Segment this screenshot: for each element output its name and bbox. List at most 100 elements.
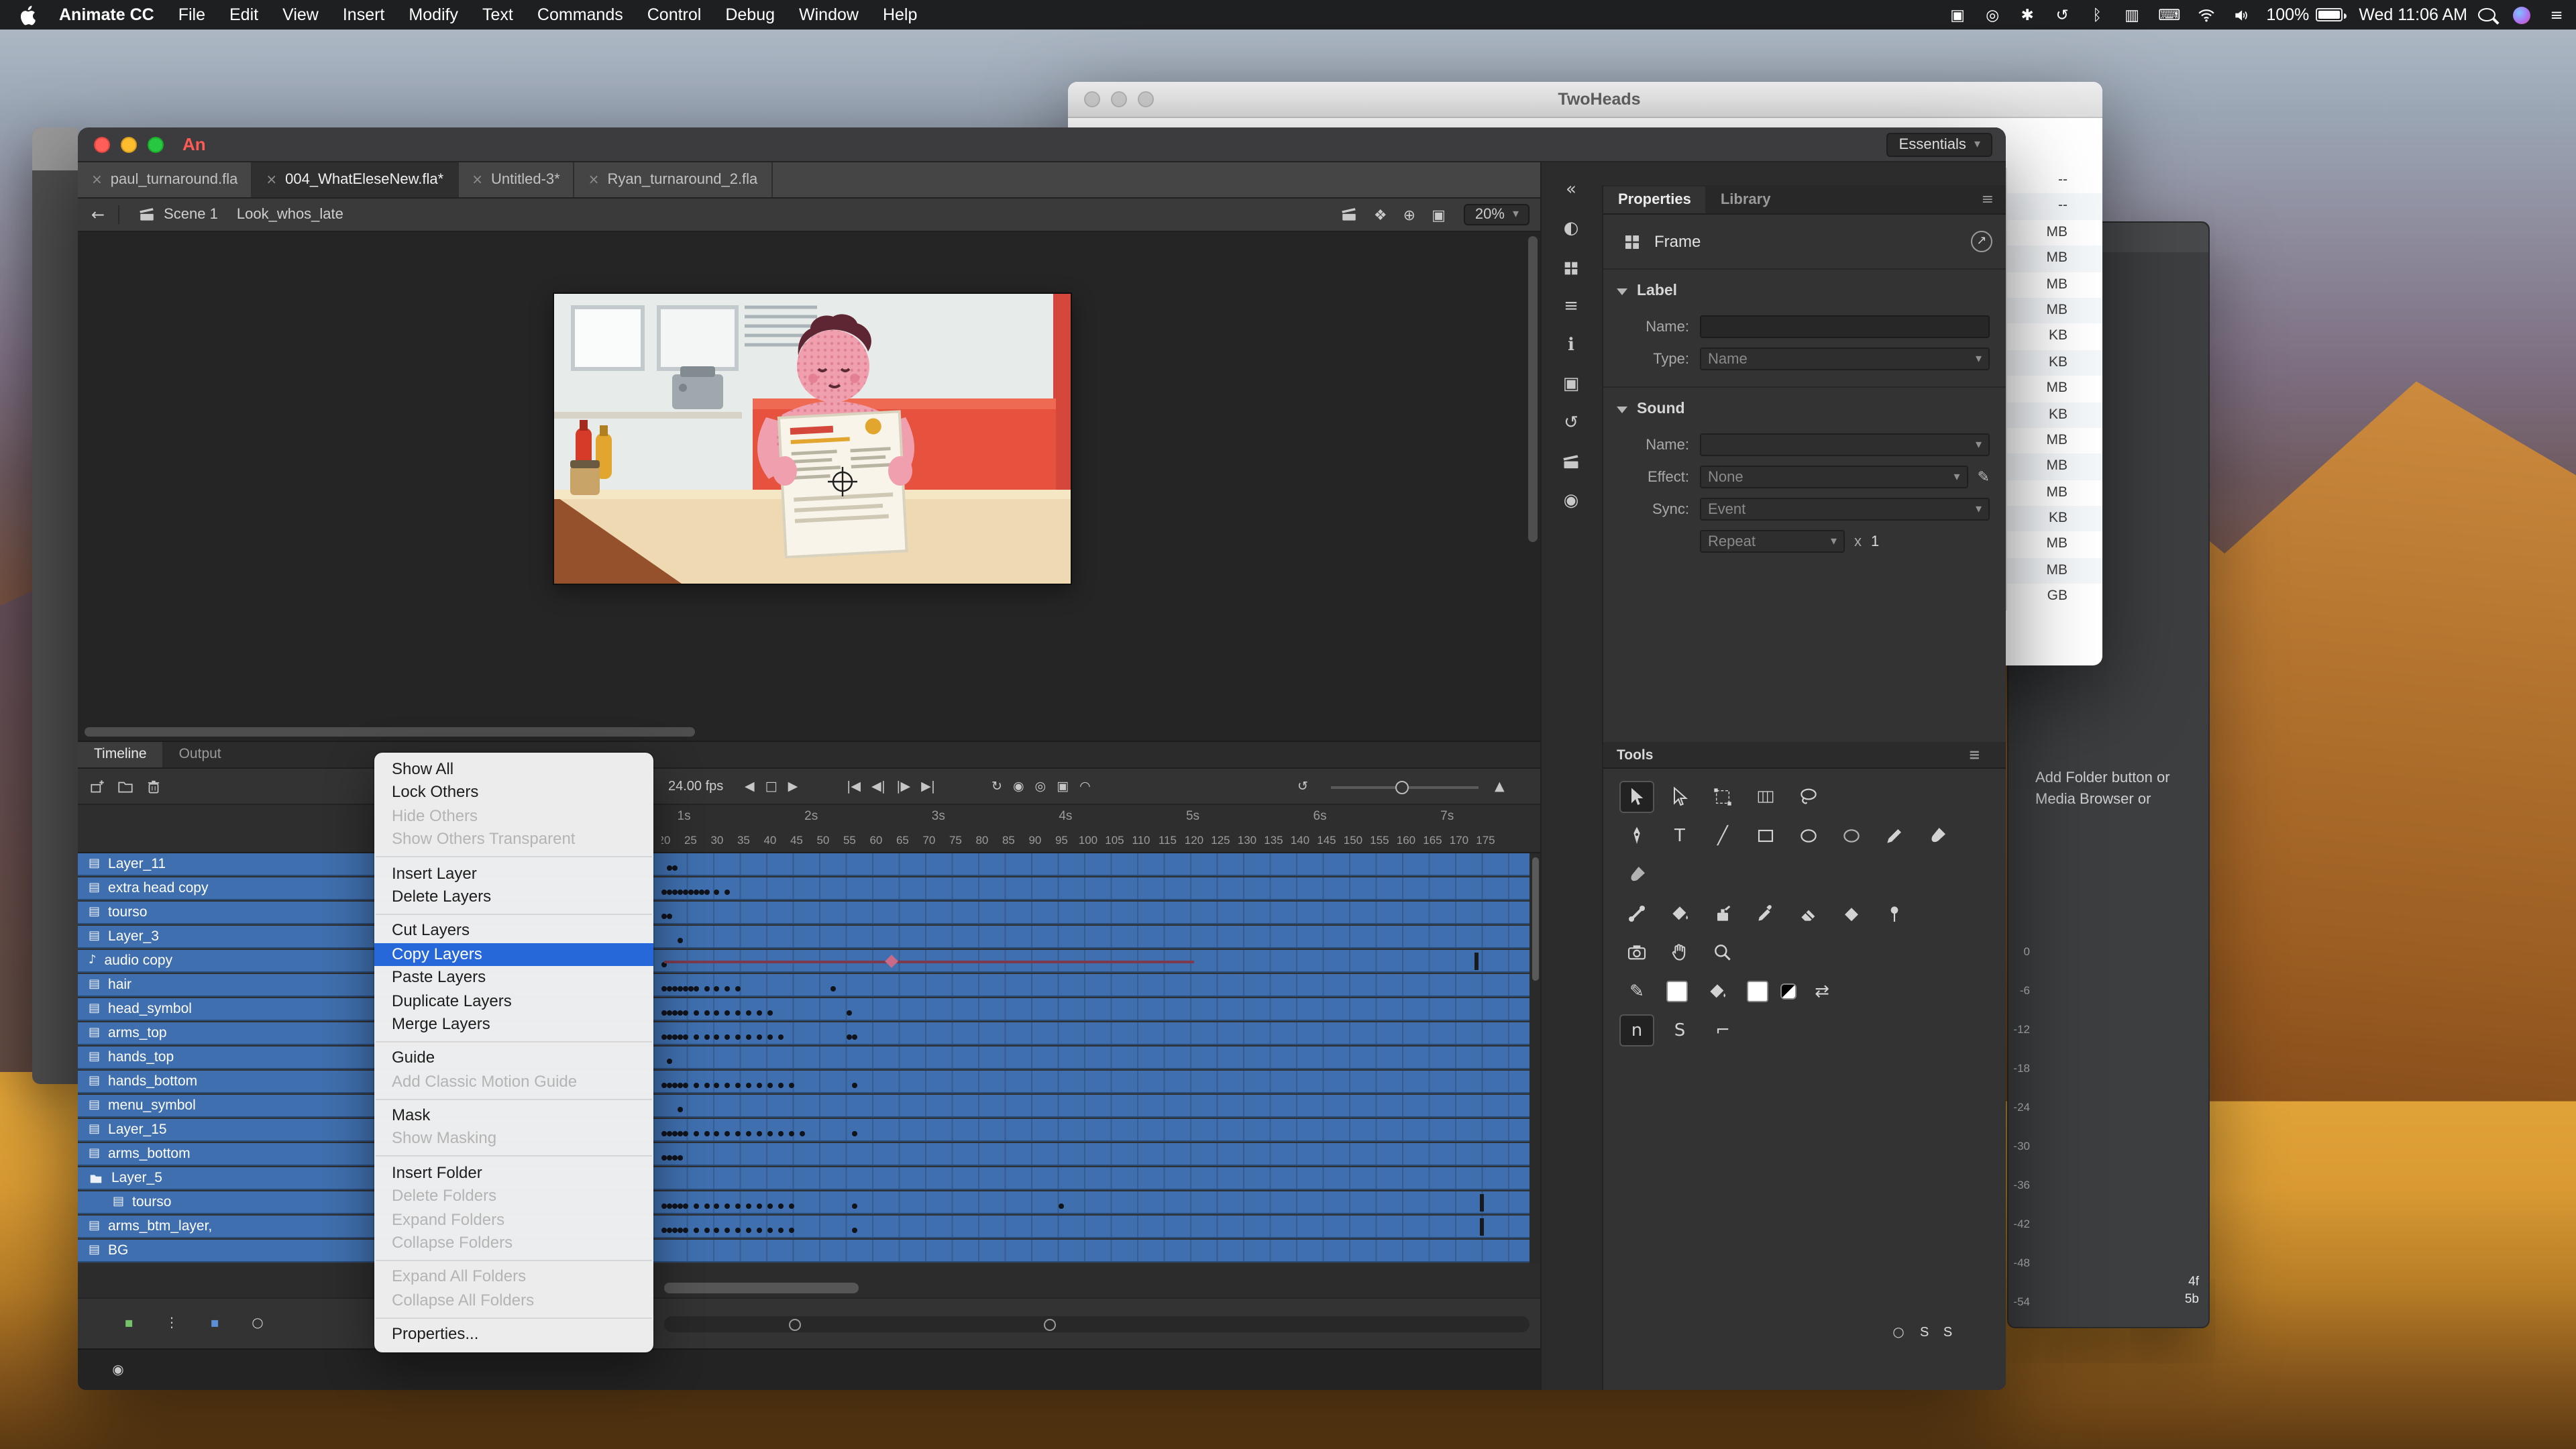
timeline-horizontal-scrollbar[interactable] [664, 1283, 859, 1293]
breadcrumb-scene[interactable]: Scene 1 [164, 207, 218, 223]
menu-view[interactable]: View [270, 5, 331, 24]
keyboard-icon[interactable]: ⌨ [2158, 0, 2180, 30]
document-tab[interactable]: ×004_WhatEleseNew.fla* [252, 162, 458, 197]
layer-row[interactable]: ▤arms_bottom [78, 1143, 1529, 1167]
gradient-transform-tool[interactable] [1748, 781, 1783, 813]
sound-effect-select[interactable]: None [1700, 466, 1968, 488]
context-menu-item[interactable]: Insert Layer [374, 862, 653, 885]
menu-debug[interactable]: Debug [713, 5, 787, 24]
info-panel-icon[interactable]: ℹ [1540, 326, 1602, 365]
repeat-select[interactable]: Repeat [1700, 530, 1845, 553]
layer-frames[interactable] [661, 1095, 1529, 1118]
zoom-tool[interactable] [1705, 936, 1740, 969]
label-name-input[interactable] [1700, 315, 1990, 338]
stroke-color-pencil-icon[interactable]: ✎ [1619, 975, 1654, 1008]
battery-indicator[interactable]: 100% [2266, 5, 2343, 24]
menu-file[interactable]: File [166, 5, 217, 24]
context-menu-item[interactable]: Lock Others [374, 782, 653, 805]
current-frame-box[interactable]: □ [760, 769, 783, 805]
layer-row[interactable]: ▤Layer_11 [78, 853, 1529, 877]
layer-frames[interactable] [661, 926, 1529, 949]
spotlight-icon[interactable] [2478, 8, 2496, 21]
prev-keyframe-button[interactable]: ◀| [866, 769, 891, 805]
close-tab-icon[interactable]: × [588, 172, 600, 187]
close-window-button[interactable] [94, 136, 110, 152]
sound-sync-select[interactable]: Event [1700, 498, 1990, 521]
oval-primitive-tool[interactable] [1834, 820, 1869, 852]
workspace-switcher[interactable]: Essentials [1887, 133, 1992, 157]
frame-ruler[interactable]: 1s2s3s4s5s6s7s20253035404550556065707580… [78, 805, 1540, 853]
asset-warp-tool[interactable] [1619, 898, 1654, 930]
timeline-zoom-knob[interactable] [1395, 780, 1409, 794]
finder-titlebar[interactable]: TwoHeads [1068, 82, 2102, 118]
tools-scroll-knob[interactable]: ○ [1888, 1322, 1909, 1343]
notification-center-icon[interactable]: ≡ [2548, 0, 2565, 30]
step-back-button[interactable]: ◀ [739, 769, 760, 805]
swatches-panel-icon[interactable] [1540, 248, 1602, 287]
next-keyframe-button[interactable]: |▶ [891, 769, 916, 805]
layer-row[interactable]: ▤Layer_15 [78, 1119, 1529, 1143]
menu-text[interactable]: Text [470, 5, 525, 24]
go-first-frame-button[interactable]: |◀ [841, 769, 866, 805]
new-folder-button[interactable] [111, 769, 140, 805]
subselection-tool[interactable] [1662, 781, 1697, 813]
layer-row[interactable]: Layer_5 [78, 1167, 1529, 1191]
edit-scene-icon[interactable] [1332, 206, 1366, 223]
layer-row[interactable]: ▤arms_top [78, 1022, 1529, 1046]
preview-eye-icon[interactable]: ◉ [107, 1359, 129, 1381]
timeline-zoom-slider[interactable] [1331, 786, 1479, 789]
menu-modify[interactable]: Modify [396, 5, 470, 24]
close-tab-icon[interactable]: × [91, 172, 103, 187]
context-menu-item[interactable]: Copy Layers [374, 943, 653, 966]
panel-menu-icon[interactable] [1982, 191, 2006, 208]
fill-color-chip[interactable] [1747, 981, 1768, 1002]
modify-markers-button[interactable]: ◠ [1074, 769, 1096, 805]
apple-menu-icon[interactable] [19, 5, 36, 25]
back-button[interactable]: ← [78, 205, 118, 224]
scroll-knob[interactable] [1044, 1318, 1056, 1330]
fluid-brush-tool[interactable] [1619, 859, 1654, 891]
clip-outside-stage-icon[interactable]: ▣ [1424, 206, 1454, 223]
menu-window[interactable]: Window [787, 5, 871, 24]
layer-row[interactable]: ▤BG [78, 1240, 1529, 1264]
dock-prefs-icon[interactable]: ▥ [2123, 0, 2141, 30]
layer-frames[interactable] [661, 853, 1529, 876]
menu-control[interactable]: Control [635, 5, 714, 24]
layer-row[interactable]: ▤menu_symbol [78, 1095, 1529, 1119]
default-colors-icon[interactable] [1780, 983, 1796, 1000]
display-mirroring-icon[interactable]: ▣ [1949, 0, 1966, 30]
menu-edit[interactable]: Edit [217, 5, 270, 24]
tab-properties[interactable]: Properties [1603, 186, 1706, 213]
edit-symbols-icon[interactable]: ❖ [1366, 206, 1395, 223]
fill-color-bucket-icon[interactable] [1700, 975, 1735, 1008]
volume-icon[interactable] [2233, 0, 2250, 30]
swap-colors-icon[interactable]: ⇄ [1805, 975, 1839, 1008]
stage-vertical-scrollbar[interactable] [1528, 236, 1538, 542]
oval-tool[interactable] [1791, 820, 1826, 852]
wifi-icon[interactable] [2198, 0, 2215, 30]
new-layer-button[interactable] [83, 769, 111, 805]
layer-row[interactable]: ▤hands_top [78, 1046, 1529, 1071]
selection-color-icon[interactable]: ▪ [204, 1312, 225, 1334]
camera-tool[interactable] [1619, 936, 1654, 969]
onion-skin-button[interactable]: ◉ [1008, 769, 1030, 805]
free-transform-tool[interactable] [1705, 781, 1740, 813]
fps-display[interactable]: 24.00 fps [668, 780, 723, 794]
layer-row[interactable]: ▤tourso [78, 902, 1529, 926]
frame-size-icon[interactable]: ▲ [1489, 769, 1510, 805]
label-section-header[interactable]: Label [1603, 276, 2006, 306]
text-tool[interactable]: T [1662, 820, 1697, 852]
smooth-option[interactable]: S [1662, 1014, 1697, 1046]
layer-row[interactable]: ▤hair [78, 974, 1529, 998]
context-menu-item[interactable]: Cut Layers [374, 920, 653, 943]
context-menu-item[interactable]: Show All [374, 758, 653, 782]
layer-frames[interactable] [661, 1167, 1529, 1190]
timeline-vertical-scrollbar[interactable] [1529, 853, 1540, 1264]
zoom-window-button[interactable] [1138, 91, 1154, 107]
screen-record-icon[interactable]: ◎ [1984, 0, 2001, 30]
zoom-window-button[interactable] [148, 136, 164, 152]
layer-frames[interactable] [661, 1191, 1529, 1214]
stroke-color-chip[interactable] [1666, 981, 1688, 1002]
breadcrumb-symbol[interactable]: Look_whos_late [237, 207, 343, 223]
layer-row[interactable]: ▤extra head copy [78, 877, 1529, 902]
